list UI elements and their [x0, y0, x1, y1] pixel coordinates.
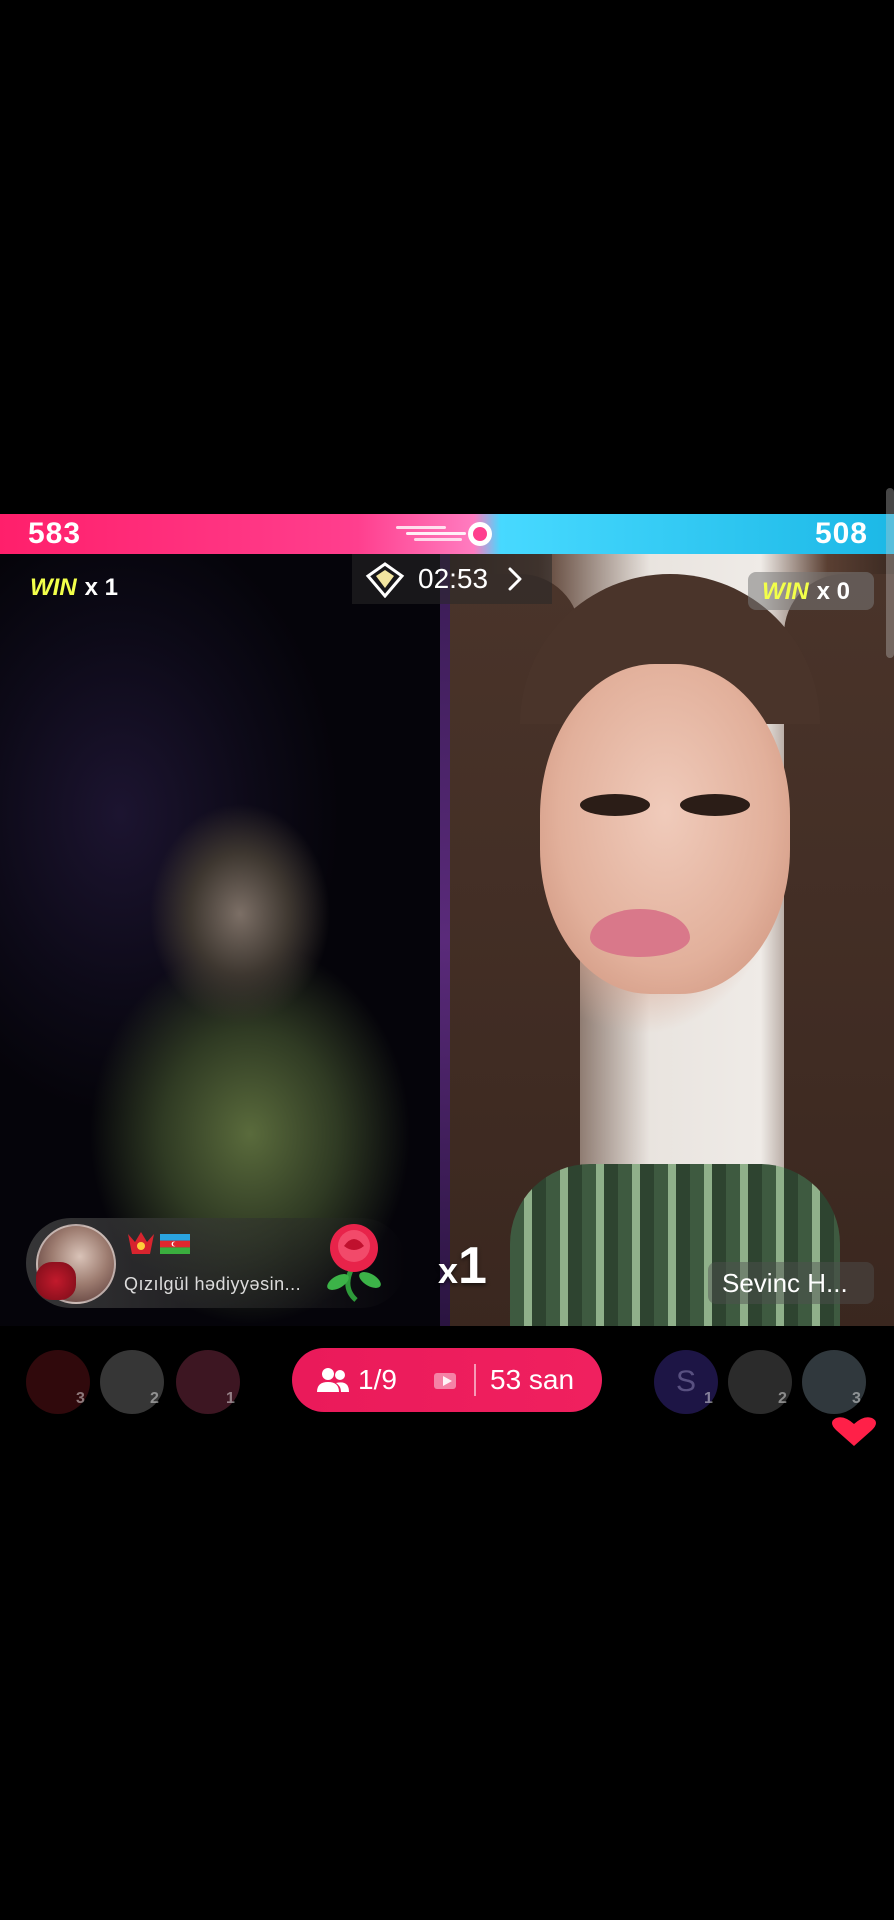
video-content	[680, 794, 750, 816]
chevron-right-icon[interactable]	[505, 566, 525, 592]
level-badge-icon	[128, 1232, 154, 1254]
pane-divider	[440, 554, 450, 1326]
win-count: x 1	[84, 574, 119, 601]
rank-number: 1	[226, 1390, 235, 1407]
avatar-letter: S	[675, 1365, 696, 1398]
seconds-remaining: 53 san	[490, 1364, 575, 1395]
timer-text: 02:53	[418, 563, 489, 594]
rank-number: 1	[704, 1390, 713, 1407]
rank-number: 2	[778, 1390, 787, 1407]
people-icon	[317, 1368, 349, 1392]
gift-multiplier: x1	[438, 1236, 487, 1296]
roses-decoration	[36, 1262, 76, 1300]
multiplier-x: x	[438, 1250, 459, 1291]
rose-icon	[327, 1224, 381, 1302]
win-label: WIN	[30, 574, 77, 601]
right-score: 508	[814, 517, 868, 550]
speed-streak-icon	[396, 522, 492, 546]
win-count: x 0	[816, 578, 851, 605]
rank-number: 3	[852, 1390, 861, 1407]
left-score: 583	[28, 517, 82, 550]
win-label: WIN	[762, 578, 809, 605]
rank-number: 2	[150, 1390, 159, 1407]
viewer-progress: 1/9	[358, 1364, 397, 1395]
multiplier-number: 1	[458, 1237, 487, 1295]
diamond-icon	[365, 562, 405, 598]
left-streamer-video[interactable]	[0, 554, 449, 1326]
streamer-name: Sevinc H...	[722, 1268, 848, 1298]
rank-number: 3	[76, 1390, 85, 1407]
video-content	[580, 794, 650, 816]
gift-message: Qızılgül hədiyyəsin...	[124, 1274, 302, 1294]
azerbaijan-flag-icon	[160, 1234, 190, 1254]
right-streamer-video[interactable]	[450, 554, 894, 1326]
left-win-badge: WIN x 1	[30, 574, 118, 602]
play-icon	[434, 1373, 456, 1389]
heart-icon	[832, 1417, 876, 1446]
right-win-badge: WIN x 0	[762, 578, 850, 606]
side-handle[interactable]	[886, 488, 894, 658]
pill-divider	[474, 1364, 476, 1396]
